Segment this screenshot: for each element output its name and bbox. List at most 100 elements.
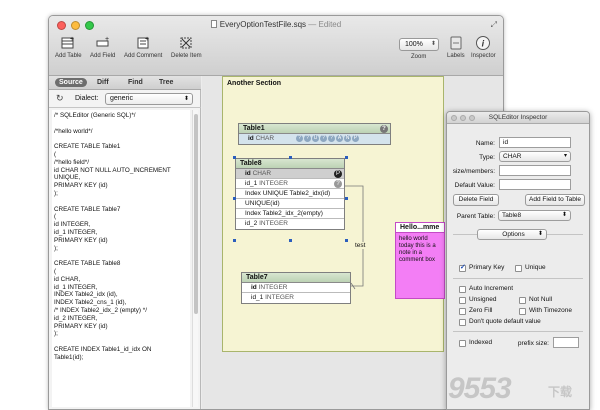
window-title: EveryOptionTestFile.sqs — Edited bbox=[49, 20, 503, 29]
not-null-label: Not Null bbox=[529, 296, 553, 303]
inspector-title: SQLEditor Inspector bbox=[488, 114, 548, 121]
add-table-label: Add Table bbox=[55, 53, 82, 59]
add-field-button[interactable]: + Add Field bbox=[90, 35, 115, 59]
name-label: Name: bbox=[475, 140, 495, 147]
svg-text:+: + bbox=[70, 36, 74, 43]
tab-source[interactable]: Source bbox=[55, 78, 87, 87]
with-timezone-checkbox[interactable]: With Timezone bbox=[519, 307, 572, 315]
prefix-size-field[interactable] bbox=[553, 337, 579, 348]
source-scrollbar[interactable] bbox=[192, 110, 198, 407]
sql-line: Table1(id); bbox=[54, 353, 84, 361]
comment-note[interactable]: Hello...mme hello world today this is a … bbox=[395, 222, 445, 299]
auto-increment-label: Auto Increment bbox=[469, 285, 514, 292]
checkbox-box bbox=[459, 339, 466, 347]
checkbox-box bbox=[519, 307, 526, 315]
connector-label: test bbox=[355, 242, 366, 249]
sql-line bbox=[54, 338, 188, 346]
size-field[interactable] bbox=[499, 165, 571, 176]
tab-tree[interactable]: Tree bbox=[155, 78, 177, 87]
app-window: EveryOptionTestFile.sqs — Edited ⤢ + Add… bbox=[48, 15, 504, 410]
default-value-field[interactable] bbox=[499, 179, 571, 190]
inspector-zoom-button[interactable] bbox=[469, 115, 475, 121]
inspector-window-buttons bbox=[451, 115, 475, 121]
delete-item-label: Delete Item bbox=[171, 53, 202, 59]
add-field-label: Add Field bbox=[90, 53, 116, 59]
zoom-caret-icon: ⬍ bbox=[430, 41, 436, 47]
checkbox-box bbox=[459, 264, 466, 272]
sql-line: /*hello world*/ bbox=[54, 127, 93, 135]
tab-diff[interactable]: Diff bbox=[93, 78, 113, 87]
sql-line: PRIMARY KEY (id) bbox=[54, 182, 108, 190]
sql-line: ); bbox=[54, 244, 58, 252]
dialect-row: ↻ Dialect: generic ⬍ bbox=[49, 90, 201, 108]
inspector-close-button[interactable] bbox=[451, 115, 457, 121]
checkbox-box bbox=[459, 296, 466, 304]
type-caret-icon: ▾ bbox=[563, 153, 567, 159]
checkbox-box bbox=[519, 296, 526, 304]
type-label: Type: bbox=[479, 154, 495, 161]
inspector-titlebar: SQLEditor Inspector bbox=[447, 112, 589, 124]
add-table-button[interactable]: + Add Table bbox=[55, 35, 82, 59]
parent-table-select[interactable]: Table8 ⬍ bbox=[498, 210, 571, 221]
delete-item-button[interactable]: Delete Item bbox=[171, 35, 202, 59]
zoom-value: 100% bbox=[405, 41, 423, 48]
delete-item-icon bbox=[180, 37, 192, 49]
default-value-label: Default Value: bbox=[454, 182, 495, 189]
separator bbox=[453, 278, 583, 279]
sql-line: PRIMARY KEY (id) bbox=[54, 236, 108, 244]
inspector-label: Inspector bbox=[471, 53, 496, 59]
sql-line: ( bbox=[54, 150, 57, 158]
name-field[interactable]: id bbox=[499, 137, 571, 148]
labels-button[interactable]: Labels bbox=[447, 35, 465, 59]
add-table-icon: + bbox=[61, 36, 74, 49]
edited-status: Edited bbox=[318, 20, 342, 29]
parent-caret-icon: ⬍ bbox=[561, 212, 567, 218]
zoom-select[interactable]: 100% ⬍ bbox=[399, 38, 439, 51]
sql-line: id INTEGER, bbox=[54, 221, 91, 229]
separator bbox=[453, 331, 583, 332]
options-caret-icon: ⬍ bbox=[537, 231, 543, 237]
unsigned-checkbox[interactable]: Unsigned bbox=[459, 296, 496, 304]
source-tabs: Source Diff Find Tree bbox=[49, 76, 201, 90]
dialect-caret-icon: ⬍ bbox=[183, 96, 189, 102]
delete-field-button[interactable]: Delete Field bbox=[453, 194, 499, 206]
sql-line: id_2 INTEGER, bbox=[54, 314, 98, 322]
unique-label: Unique bbox=[525, 264, 546, 271]
type-select[interactable]: CHAR ▾ bbox=[499, 151, 571, 162]
add-field-to-table-button[interactable]: Add Field to Table bbox=[525, 194, 585, 206]
tab-find[interactable]: Find bbox=[124, 78, 147, 87]
add-comment-button[interactable]: + Add Comment bbox=[124, 35, 162, 59]
indexed-checkbox[interactable]: Indexed bbox=[459, 339, 492, 347]
sql-source-text[interactable]: /* SQLEditor (Generic SQL)*/ /*hello worl… bbox=[52, 110, 190, 407]
options-select[interactable]: Options ⬍ bbox=[477, 229, 547, 240]
sql-line: id CHAR NOT NULL AUTO_INCREMENT bbox=[54, 166, 171, 174]
note-body: hello world today this is a note in a co… bbox=[399, 236, 436, 263]
sql-line: CREATE TABLE Table8 bbox=[54, 260, 121, 268]
unique-checkbox[interactable]: Unique bbox=[515, 264, 546, 272]
sql-line: CREATE TABLE Table1 bbox=[54, 143, 121, 151]
scroll-thumb[interactable] bbox=[194, 114, 198, 314]
refresh-icon[interactable]: ↻ bbox=[56, 93, 64, 104]
fullscreen-icon[interactable]: ⤢ bbox=[491, 20, 497, 30]
zero-fill-checkbox[interactable]: Zero Fill bbox=[459, 307, 492, 315]
sql-line: /*hello field*/ bbox=[54, 158, 90, 166]
dialect-select[interactable]: generic ⬍ bbox=[105, 93, 193, 105]
watermark-logo: 9553 bbox=[448, 372, 512, 405]
dont-quote-checkbox[interactable]: Don't quote default value bbox=[459, 318, 541, 326]
inspector-panel: SQLEditor Inspector Name: id Type: CHAR ▾… bbox=[446, 111, 590, 410]
not-null-checkbox[interactable]: Not Null bbox=[519, 296, 552, 304]
dialect-label: Dialect: bbox=[75, 95, 99, 102]
sql-line: id CHAR, bbox=[54, 275, 81, 283]
primary-key-checkbox[interactable]: Primary Key bbox=[459, 264, 504, 272]
source-pane: Source Diff Find Tree ↻ Dialect: generic… bbox=[49, 76, 201, 409]
auto-increment-checkbox[interactable]: Auto Increment bbox=[459, 285, 513, 293]
sql-line: INDEX Table2_cns_1 (id), bbox=[54, 299, 127, 307]
prefix-size-label: prefix size: bbox=[517, 340, 549, 347]
add-comment-label: Add Comment bbox=[124, 53, 163, 59]
sql-line: INDEX Table2_idx (id), bbox=[54, 291, 118, 299]
svg-text:+: + bbox=[145, 36, 149, 43]
inspector-minimize-button[interactable] bbox=[460, 115, 466, 121]
svg-text:+: + bbox=[105, 36, 109, 43]
inspector-button[interactable]: i Inspector bbox=[471, 35, 496, 59]
unsigned-label: Unsigned bbox=[469, 296, 497, 303]
